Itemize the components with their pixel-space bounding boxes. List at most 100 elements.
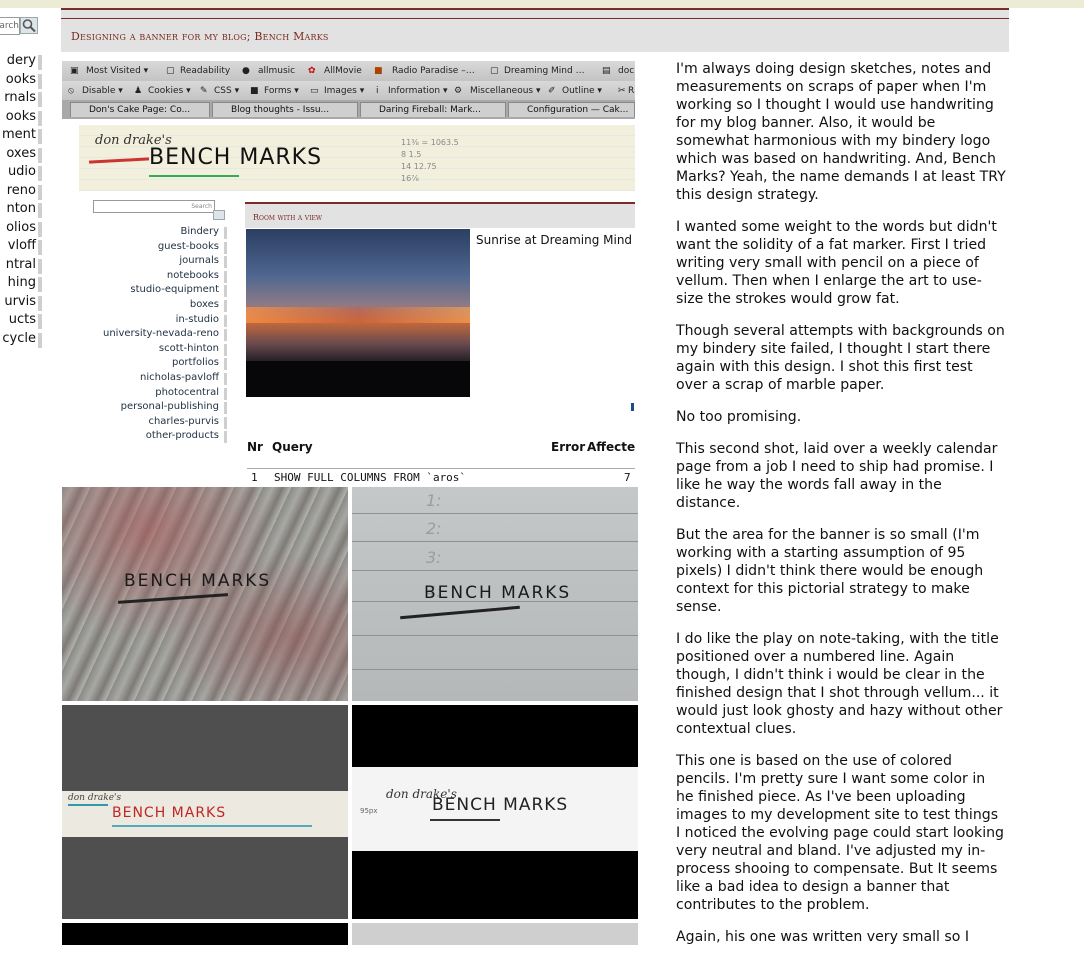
inner-sidebar-marker — [224, 270, 227, 283]
sidebar-item-marker — [38, 221, 42, 237]
doc-icon: ▤ — [602, 66, 611, 76]
inner-sidebar-marker — [224, 343, 227, 356]
article-paragraph: I'm always doing design sketches, notes … — [676, 61, 1006, 203]
green-underline — [149, 175, 239, 177]
banner-title: BENCH MARKS — [149, 145, 323, 170]
sidebar-item[interactable]: ucts — [9, 312, 36, 327]
sidebar-item[interactable]: ntral — [6, 257, 36, 272]
inner-sidebar-item: photocentral — [155, 386, 219, 398]
tab-label: Don's Cake Page: Co... — [89, 105, 191, 115]
banner-strip: 95px don drake's BENCH MARKS — [352, 767, 638, 851]
inner-sidebar-marker — [224, 329, 227, 342]
row-nr: 1 — [251, 471, 258, 484]
sidebar-item[interactable]: vloff — [8, 238, 36, 253]
sidebar-item[interactable]: dery — [7, 53, 36, 68]
sidebar-item[interactable]: oxes — [6, 146, 36, 161]
measurement-line: 11⅜ = 1063.5 — [401, 138, 459, 147]
banner-title: BENCH MARKS — [112, 805, 227, 821]
sidebar-search-input[interactable]: Search — [0, 17, 20, 35]
sidebar-item[interactable]: ment — [2, 127, 36, 142]
photo-partial — [62, 923, 348, 945]
search-button[interactable] — [20, 17, 38, 34]
tab-label: Configuration — Cak... — [527, 105, 629, 115]
sidebar-item[interactable]: ooks — [6, 109, 36, 124]
wd-miscellaneous: Miscellaneous ▾ — [470, 86, 541, 96]
handwritten-title: BENCH MARKS — [424, 583, 572, 603]
vellum-photo: 95px don drake's BENCH MARKS — [352, 705, 638, 919]
wd-r: R — [628, 86, 635, 96]
article-paragraph: No too promising. — [676, 409, 802, 425]
hand-underline — [430, 819, 500, 821]
wd-outline: Outline ▾ — [562, 86, 602, 96]
inner-post-header: Room with a view — [245, 202, 635, 228]
banner-strip: don drake's BENCH MARKS — [62, 791, 348, 837]
measurement-line: 8 1.5 — [401, 150, 422, 159]
col-affected: Affected — [587, 440, 635, 454]
bookmark-dreaming-mind: Dreaming Mind … — [504, 66, 585, 76]
col-error: Error — [551, 440, 586, 454]
line-number: 3: — [426, 548, 442, 567]
sidebar-item-marker — [38, 332, 42, 348]
wd-css: CSS ▾ — [214, 86, 240, 96]
sidebar-item[interactable]: ooks — [6, 72, 36, 87]
tree-silhouette — [246, 361, 470, 397]
pencil-icon: ✐ — [548, 86, 556, 96]
inner-sidebar-item: guest-books — [157, 240, 219, 252]
inner-sidebar-item: charles-purvis — [148, 415, 219, 427]
notebook-line — [352, 635, 638, 636]
article-paragraph: This one is based on the use of colored … — [676, 753, 1005, 913]
disable-icon: ⦸ — [68, 86, 74, 96]
browser-tab: Configuration — Cak... — [508, 102, 635, 117]
left-sidebar: Search dery ooks rnals ooks ment oxes udio reno… — [0, 17, 42, 357]
sunrise-photo — [246, 229, 470, 397]
browser-tab: Don's Cake Page: Co... — [70, 102, 210, 117]
sidebar-item[interactable]: nton — [6, 201, 36, 216]
sidebar-item[interactable]: olios — [6, 220, 36, 235]
inner-sidebar-item: portfolios — [171, 357, 219, 369]
article-paragraph: This second shot, laid over a weekly cal… — [676, 441, 998, 511]
browser-tab-bar: Don's Cake Page: Co... Blog thoughts - I… — [62, 100, 635, 119]
sidebar-item-marker — [38, 110, 42, 126]
bookmarks-toolbar: ▣ Most Visited ▾ ▢ Readability ● allmusi… — [62, 61, 635, 82]
radio-paradise-icon: ■ — [374, 66, 383, 76]
inner-sidebar-marker — [224, 300, 227, 312]
marble-paper-photo: BENCH MARKS — [62, 487, 348, 701]
sidebar-item[interactable]: reno — [7, 183, 36, 198]
inner-sidebar-item: nicholas-pavloff — [140, 372, 219, 383]
sidebar-item[interactable]: urvis — [4, 294, 36, 309]
wd-information: Information ▾ — [388, 86, 448, 96]
article-paragraph: I wanted some weight to the words but di… — [676, 219, 997, 307]
bookmark-readability: Readability — [180, 66, 231, 76]
inner-sidebar-marker — [224, 373, 227, 385]
inner-sidebar-marker — [224, 358, 227, 371]
inner-search-icon — [213, 210, 225, 220]
bookmark-allmovie: AllMovie — [324, 66, 362, 76]
sidebar-item-marker — [38, 184, 42, 200]
sidebar-item[interactable]: rnals — [4, 90, 36, 105]
article-body: I'm always doing design sketches, notes … — [676, 60, 1006, 960]
wd-images: Images ▾ — [324, 86, 365, 96]
web-developer-toolbar: ⦸ Disable ▾ ♟ Cookies ▾ ✎ CSS ▾ ■ Forms … — [62, 81, 635, 102]
post-title[interactable]: Designing a banner for my blog; Bench Ma… — [71, 30, 329, 43]
page-icon: ▢ — [490, 66, 499, 76]
bookmark-allmusic: allmusic — [258, 66, 296, 76]
notebook-line — [352, 669, 638, 670]
inner-sidebar-marker — [224, 314, 227, 327]
user-icon: ♟ — [134, 86, 143, 96]
sidebar-item[interactable]: cycle — [2, 331, 36, 346]
inner-sidebar-item: studio-equipment — [130, 284, 219, 296]
sidebar-item[interactable]: hing — [8, 275, 36, 290]
gear-icon: ⚙ — [454, 86, 463, 96]
wd-forms: Forms ▾ — [264, 86, 299, 96]
post-header: Designing a banner for my blog; Bench Ma… — [61, 8, 1009, 52]
inner-sidebar-marker — [224, 387, 227, 400]
page-icon: ▢ — [166, 66, 175, 76]
wd-cookies: Cookies ▾ — [148, 86, 191, 96]
sidebar-item[interactable]: udio — [8, 164, 36, 179]
inner-sidebar-item: university-nevada-reno — [102, 328, 219, 340]
browser-screenshot-image: ▣ Most Visited ▾ ▢ Readability ● allmusi… — [62, 52, 635, 486]
inner-sidebar-marker — [224, 402, 227, 415]
header-rule — [61, 18, 1009, 19]
tools-icon: ✂ — [618, 86, 626, 96]
article-paragraph: But the area for the banner is so small … — [676, 527, 984, 615]
